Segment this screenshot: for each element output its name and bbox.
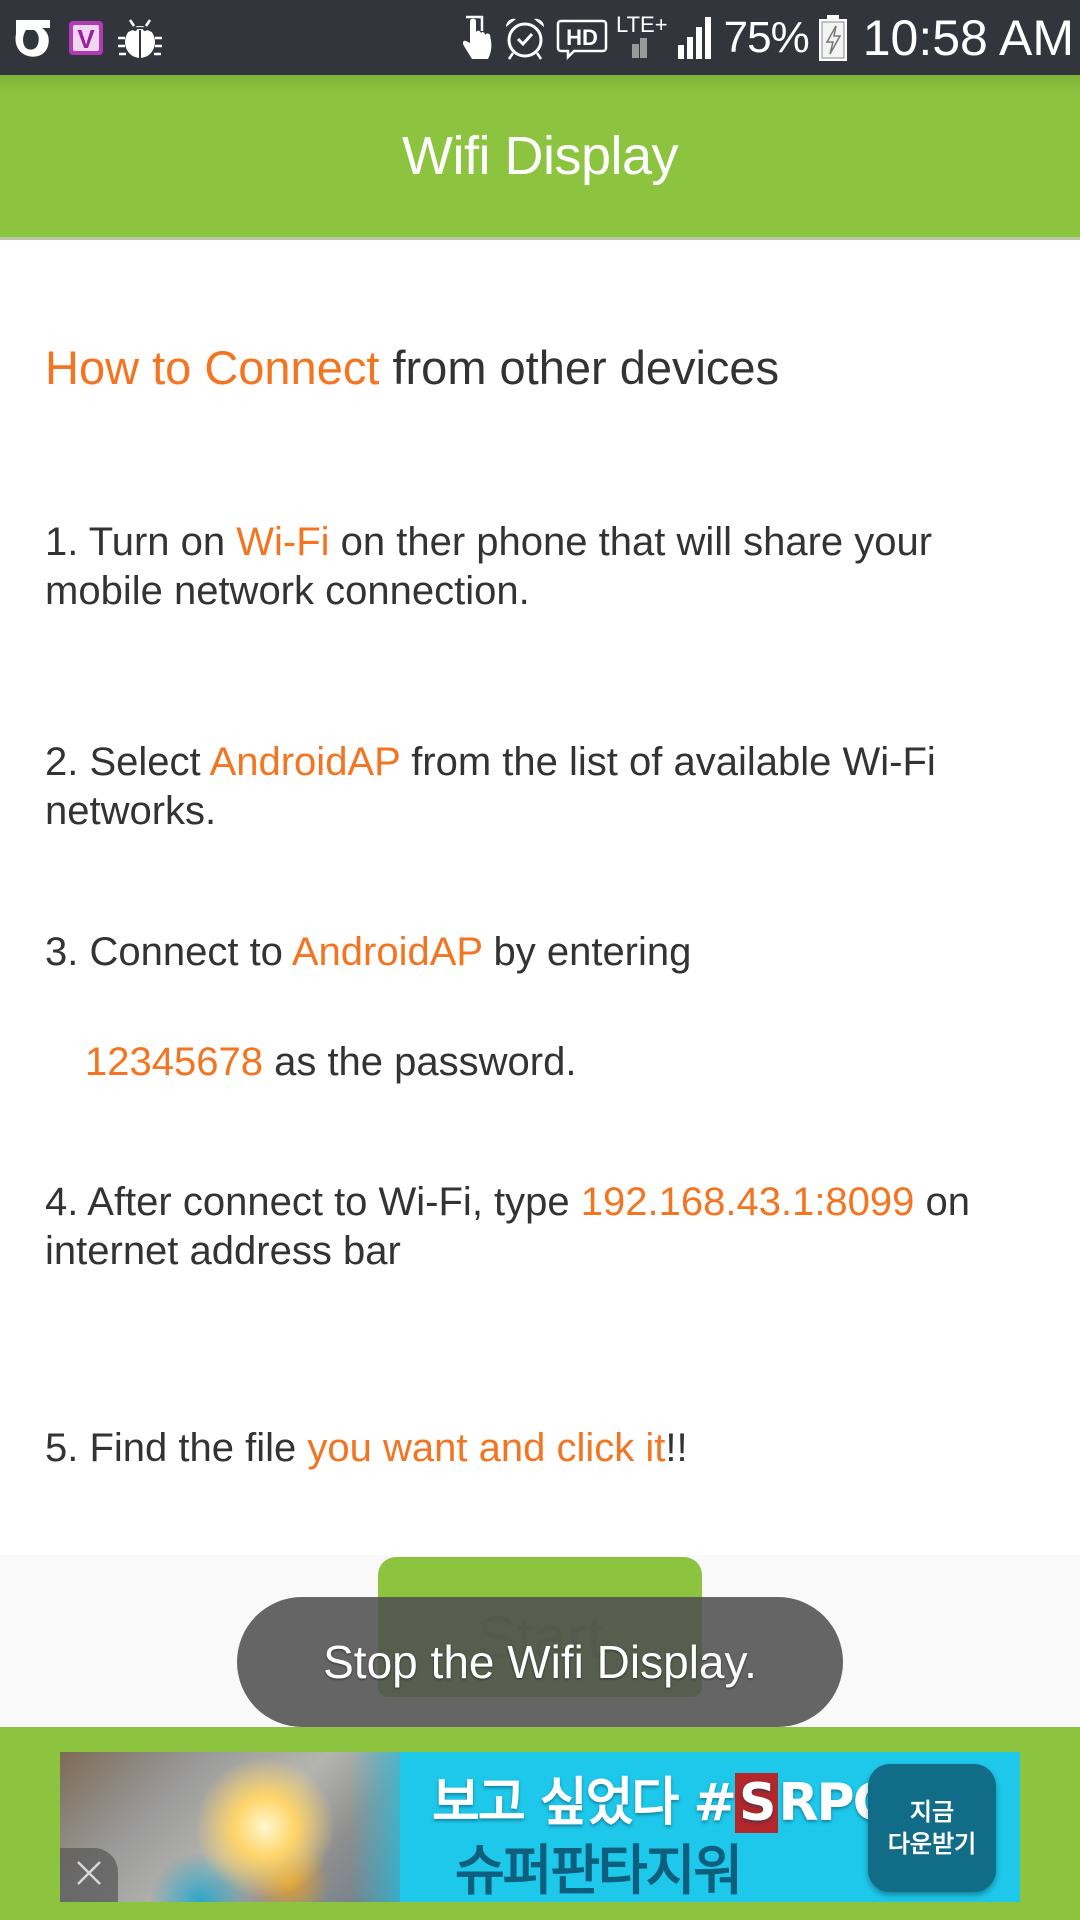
toast-message: Stop the Wifi Display. — [323, 1636, 757, 1688]
toast: Stop the Wifi Display. — [237, 1597, 843, 1727]
debug-bug-icon — [116, 16, 164, 60]
step-text: 1. Turn on — [45, 520, 237, 564]
step-highlight: you want and click it — [307, 1426, 666, 1470]
password-highlight: 12345678 — [85, 1040, 263, 1084]
ad-cta-line1: 지금 — [909, 1798, 955, 1826]
ad-cta-line2: 다운받기 — [887, 1830, 977, 1858]
status-bar: V HD LTE+ 75% 10:58 AM — [0, 0, 1080, 75]
step-text: !! — [665, 1426, 688, 1470]
close-icon — [74, 1858, 104, 1893]
ad-close-button[interactable] — [60, 1848, 118, 1902]
status-bar-right: HD LTE+ 75% 10:58 AM — [460, 0, 1074, 75]
app-title: Wifi Display — [401, 126, 679, 186]
heading-rest: from other devices — [379, 341, 780, 394]
ad-image-fade — [350, 1752, 430, 1902]
battery-charging-icon — [817, 14, 849, 62]
step-text: 4. After connect to Wi-Fi, type — [45, 1180, 581, 1224]
clock: 10:58 AM — [862, 9, 1074, 66]
step-text: by entering — [482, 930, 692, 974]
battery-percent: 75% — [723, 12, 810, 62]
step-text: 5. Find the file — [45, 1426, 308, 1470]
v-app-icon: V — [68, 20, 104, 56]
status-bar-left: V — [10, 0, 164, 75]
alarm-icon — [502, 15, 548, 61]
step-highlight: AndroidAP — [209, 740, 401, 784]
svg-text:V: V — [77, 24, 95, 54]
address-highlight: 192.168.43.1:8099 — [580, 1180, 915, 1224]
step-4: 4. After connect to Wi-Fi, type 192.168.… — [45, 1178, 1045, 1276]
carrier-logo-icon — [10, 16, 56, 60]
ad-game-title: 슈퍼판타지워 — [455, 1839, 743, 1902]
ad-download-button[interactable]: 지금 다운받기 — [868, 1764, 996, 1892]
svg-text:LTE+: LTE+ — [616, 12, 668, 37]
instructions-heading: How to Connect from other devices — [45, 340, 779, 395]
signal-icon — [676, 15, 716, 61]
ad-headline-text: 보고 싶었다 # — [432, 1773, 737, 1833]
step-text: as the password. — [262, 1040, 577, 1084]
ad-headline-s: S — [734, 1773, 779, 1833]
step-highlight: Wi-Fi — [236, 520, 330, 564]
app-bar: Wifi Display — [0, 75, 1080, 240]
step-5: 5. Find the file you want and click it!! — [45, 1424, 1045, 1473]
step-1: 1. Turn on Wi-Fi on ther phone that will… — [45, 518, 1045, 616]
ad-headline: 보고 싶었다 #SRPG — [432, 1760, 895, 1835]
step-highlight: AndroidAP — [291, 930, 483, 974]
svg-text:HD: HD — [566, 25, 598, 50]
step-3: 3. Connect to AndroidAP by entering — [45, 928, 1045, 977]
ad-banner[interactable]: 보고 싶었다 #SRPG 슈퍼판타지워 지금 다운받기 — [60, 1752, 1020, 1902]
step-2: 2. Select AndroidAP from the list of ava… — [45, 738, 1045, 836]
step-text: 3. Connect to — [45, 930, 292, 974]
lte-plus-icon: LTE+ — [616, 10, 668, 66]
step-3-password: 12345678 as the password. — [85, 1038, 1080, 1087]
touch-icon — [460, 13, 494, 63]
hd-voice-icon: HD — [556, 15, 608, 61]
step-text: 2. Select — [45, 740, 210, 784]
heading-highlight: How to Connect — [45, 341, 380, 394]
